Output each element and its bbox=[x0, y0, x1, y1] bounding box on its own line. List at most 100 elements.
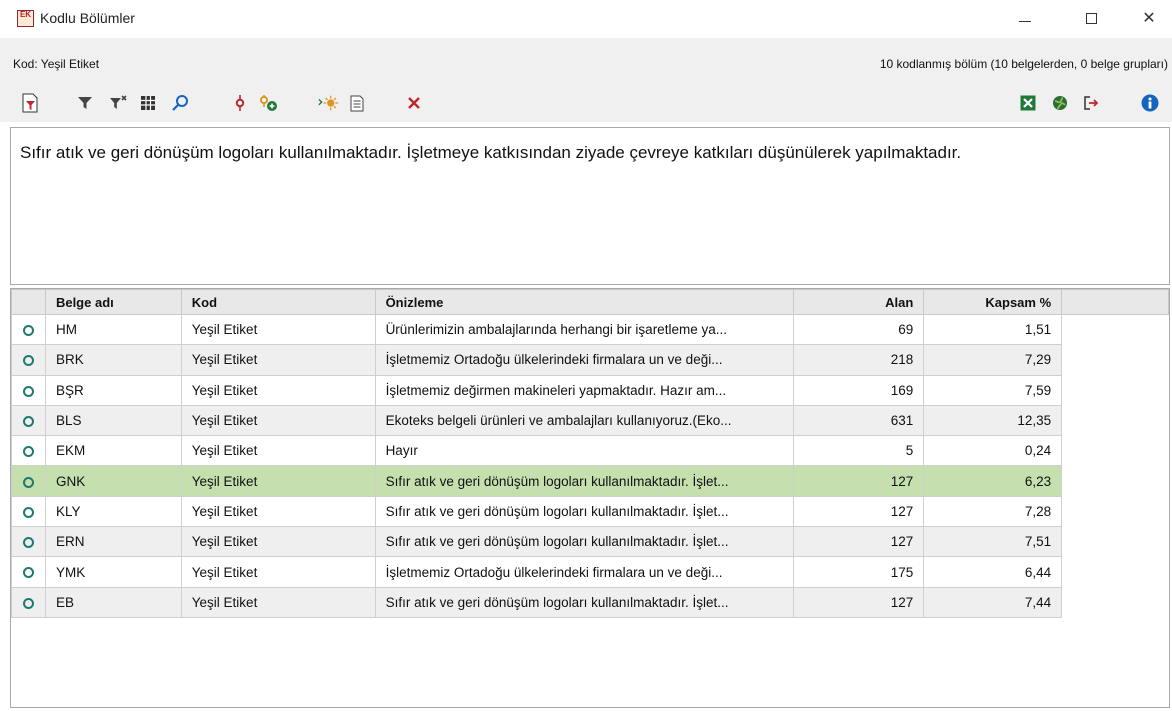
add-code-button[interactable] bbox=[258, 93, 278, 113]
cell-kapsam[interactable]: 7,28 bbox=[923, 495, 1063, 528]
table-row[interactable]: BRK Yeşil Etiket İşletmemiz Ortadoğu ülkel… bbox=[11, 344, 1169, 376]
segment-circle-icon bbox=[22, 597, 34, 609]
cell-kapsam[interactable]: 7,59 bbox=[923, 374, 1063, 406]
row-indicator[interactable] bbox=[11, 435, 46, 467]
cell-alan[interactable]: 69 bbox=[793, 313, 925, 346]
table-row[interactable]: BŞR Yeşil Etiket İşletmemiz değirmen makin… bbox=[11, 374, 1169, 406]
cell-onizleme[interactable]: Sıfır atık ve geri dönüşüm logoları kull… bbox=[374, 526, 795, 558]
cell-onizleme[interactable]: İşletmemiz değirmen makineleri yapmaktad… bbox=[374, 374, 795, 406]
cell-kapsam[interactable]: 7,51 bbox=[923, 526, 1063, 558]
cell-alan[interactable]: 631 bbox=[793, 404, 925, 437]
cell-belge-adi[interactable]: BRK bbox=[44, 344, 182, 376]
indicator-column-header[interactable] bbox=[11, 289, 46, 315]
filter-button[interactable] bbox=[75, 93, 95, 113]
table-row[interactable]: EB Yeşil Etiket Sıfır atık ve geri dönüşüm… bbox=[11, 586, 1169, 618]
cell-belge-adi[interactable]: ERN bbox=[44, 526, 182, 558]
cell-alan[interactable]: 5 bbox=[793, 435, 925, 467]
row-indicator[interactable] bbox=[11, 404, 46, 437]
table-row[interactable]: GNK Yeşil Etiket Sıfır atık ve geri dönüşü… bbox=[11, 465, 1169, 497]
cell-onizleme[interactable]: Ürünlerimizin ambalajlarında herhangi bi… bbox=[374, 313, 795, 346]
row-indicator[interactable] bbox=[11, 344, 46, 376]
cell-belge-adi[interactable]: BLS bbox=[44, 404, 182, 437]
cell-alan[interactable]: 169 bbox=[793, 374, 925, 406]
web-export-button[interactable] bbox=[1050, 93, 1070, 113]
cell-kod[interactable]: Yeşil Etiket bbox=[180, 374, 376, 406]
cell-kod[interactable]: Yeşil Etiket bbox=[180, 526, 376, 558]
code-highlight-button[interactable] bbox=[318, 93, 338, 113]
row-indicator[interactable] bbox=[11, 526, 46, 558]
row-indicator[interactable] bbox=[11, 495, 46, 528]
cell-kapsam[interactable]: 12,35 bbox=[923, 404, 1063, 437]
cell-belge-adi[interactable]: HM bbox=[44, 313, 182, 346]
row-indicator[interactable] bbox=[11, 465, 46, 497]
segment-circle-icon bbox=[22, 476, 34, 488]
cell-kod[interactable]: Yeşil Etiket bbox=[180, 313, 376, 346]
table-row[interactable]: KLY Yeşil Etiket Sıfır atık ve geri dönüşü… bbox=[11, 495, 1169, 528]
table-row[interactable]: BLS Yeşil Etiket Ekoteks belgeli ürünleri … bbox=[11, 404, 1169, 437]
row-filler bbox=[1061, 587, 1169, 618]
cell-kapsam[interactable]: 6,23 bbox=[923, 465, 1063, 497]
cell-alan[interactable]: 175 bbox=[793, 556, 925, 588]
cell-kod[interactable]: Yeşil Etiket bbox=[180, 435, 376, 467]
cell-onizleme[interactable]: Hayır bbox=[374, 435, 795, 467]
cell-alan[interactable]: 218 bbox=[793, 344, 925, 376]
cell-kod[interactable]: Yeşil Etiket bbox=[180, 495, 376, 528]
cell-belge-adi[interactable]: EKM bbox=[44, 435, 182, 467]
exit-button[interactable] bbox=[1081, 93, 1101, 113]
cell-onizleme[interactable]: Ekoteks belgeli ürünleri ve ambalajları … bbox=[374, 404, 795, 437]
cell-kod[interactable]: Yeşil Etiket bbox=[180, 586, 376, 618]
cell-kapsam[interactable]: 6,44 bbox=[923, 556, 1063, 588]
cell-belge-adi[interactable]: EB bbox=[44, 586, 182, 618]
column-header-belge-adi[interactable]: Belge adı bbox=[44, 289, 182, 315]
delete-button[interactable] bbox=[404, 93, 424, 113]
cell-onizleme[interactable]: Sıfır atık ve geri dönüşüm logoları kull… bbox=[374, 465, 795, 497]
cell-kapsam[interactable]: 7,44 bbox=[923, 586, 1063, 618]
cell-alan[interactable]: 127 bbox=[793, 495, 925, 528]
cell-belge-adi[interactable]: KLY bbox=[44, 495, 182, 528]
table-row[interactable]: HM Yeşil Etiket Ürünlerimizin ambalajların… bbox=[11, 313, 1169, 346]
close-button[interactable]: ✕ bbox=[1126, 4, 1172, 32]
cell-alan[interactable]: 127 bbox=[793, 586, 925, 618]
table-view-button[interactable] bbox=[138, 93, 158, 113]
cell-belge-adi[interactable]: YMK bbox=[44, 556, 182, 588]
table-row[interactable]: ERN Yeşil Etiket Sıfır atık ve geri dönüşü… bbox=[11, 526, 1169, 558]
row-indicator[interactable] bbox=[11, 374, 46, 406]
cell-kapsam[interactable]: 7,29 bbox=[923, 344, 1063, 376]
search-button[interactable] bbox=[170, 93, 190, 113]
row-indicator[interactable] bbox=[11, 556, 46, 588]
document-filter-button[interactable] bbox=[20, 93, 40, 113]
column-header-alan[interactable]: Alan bbox=[793, 289, 925, 315]
column-header-kapsam[interactable]: Kapsam % bbox=[923, 289, 1063, 315]
column-header-kod[interactable]: Kod bbox=[180, 289, 376, 315]
code-button[interactable] bbox=[230, 93, 250, 113]
minimize-button[interactable] bbox=[1002, 4, 1048, 32]
excel-export-button[interactable] bbox=[1018, 93, 1038, 113]
cell-alan[interactable]: 127 bbox=[793, 465, 925, 497]
cell-kod[interactable]: Yeşil Etiket bbox=[180, 404, 376, 437]
cell-belge-adi[interactable]: BŞR bbox=[44, 374, 182, 406]
table-row[interactable]: EKM Yeşil Etiket Hayır 5 0,24 bbox=[11, 435, 1169, 467]
table-icon bbox=[141, 96, 155, 110]
row-indicator[interactable] bbox=[11, 313, 46, 346]
row-indicator[interactable] bbox=[11, 586, 46, 618]
table-row[interactable]: YMK Yeşil Etiket İşletmemiz Ortadoğu ülkel… bbox=[11, 556, 1169, 588]
cell-kod[interactable]: Yeşil Etiket bbox=[180, 344, 376, 376]
info-button[interactable] bbox=[1140, 93, 1160, 113]
column-header-onizleme[interactable]: Önizleme bbox=[374, 289, 795, 315]
maximize-button[interactable] bbox=[1068, 4, 1114, 32]
clear-filter-button[interactable] bbox=[108, 93, 128, 113]
cell-onizleme[interactable]: İşletmemiz Ortadoğu ülkelerindeki firmal… bbox=[374, 556, 795, 588]
cell-alan[interactable]: 127 bbox=[793, 526, 925, 558]
title-bar: EK Kodlu Bölümler ✕ bbox=[0, 0, 1172, 38]
cell-kapsam[interactable]: 0,24 bbox=[923, 435, 1063, 467]
cell-onizleme[interactable]: İşletmemiz Ortadoğu ülkelerindeki firmal… bbox=[374, 344, 795, 376]
cell-kapsam[interactable]: 1,51 bbox=[923, 313, 1063, 346]
row-filler bbox=[1061, 314, 1169, 345]
cell-onizleme[interactable]: Sıfır atık ve geri dönüşüm logoları kull… bbox=[374, 495, 795, 528]
segment-preview-text[interactable]: Sıfır atık ve geri dönüşüm logoları kull… bbox=[10, 127, 1170, 285]
cell-kod[interactable]: Yeşil Etiket bbox=[180, 465, 376, 497]
cell-belge-adi[interactable]: GNK bbox=[44, 465, 182, 497]
document-list-button[interactable] bbox=[347, 93, 367, 113]
cell-kod[interactable]: Yeşil Etiket bbox=[180, 556, 376, 588]
cell-onizleme[interactable]: Sıfır atık ve geri dönüşüm logoları kull… bbox=[374, 586, 795, 618]
